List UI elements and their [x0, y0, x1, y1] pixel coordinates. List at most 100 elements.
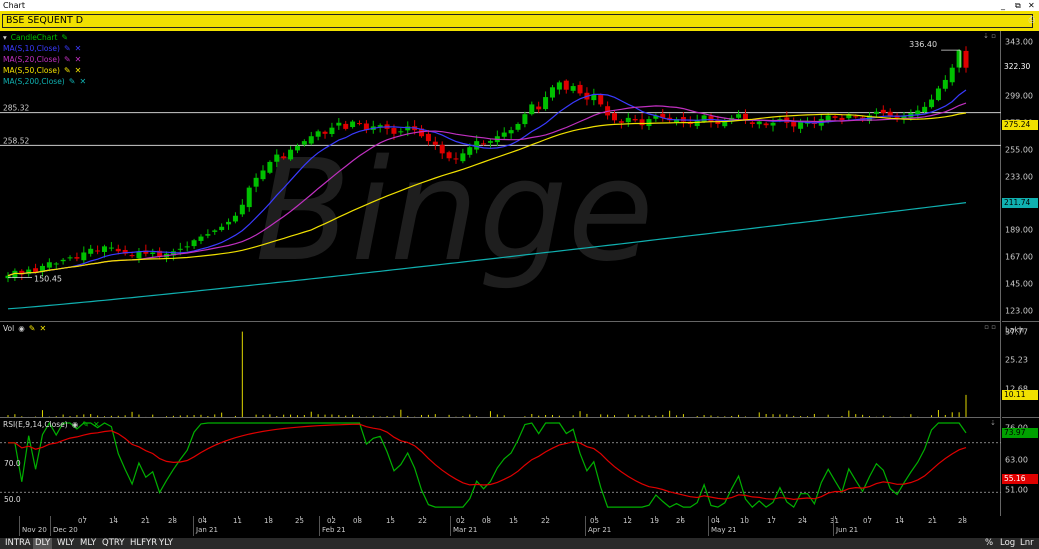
candle	[288, 149, 294, 160]
x-tick	[655, 516, 656, 519]
remove-icon[interactable]: ✕	[79, 76, 86, 87]
pencil-icon[interactable]: ✎	[61, 32, 68, 43]
x-tick	[628, 516, 629, 519]
candle	[267, 161, 273, 173]
x-tick	[203, 516, 204, 519]
candle	[115, 248, 121, 252]
pencil-icon[interactable]: ✎	[64, 65, 71, 76]
symbol-input[interactable]: BSE SEQUENT D	[2, 14, 1033, 28]
candle	[515, 123, 521, 130]
pencil-icon[interactable]: ✎	[82, 419, 89, 430]
x-tick	[963, 516, 964, 519]
timeframe-wly[interactable]: WLY	[55, 538, 76, 549]
x-axis: 07 14 21 28 04 11 18 25 02 08 15 22 02 08 15 22 05 12 19 26…	[0, 516, 1001, 538]
timeframe-yly[interactable]: YLY	[157, 538, 175, 549]
scale-log[interactable]: Log	[1000, 538, 1015, 549]
minimize-icon[interactable]: _	[1001, 0, 1005, 11]
volume-tick: 37.77	[1005, 327, 1028, 337]
candle	[915, 110, 921, 115]
candle	[226, 221, 232, 225]
timeframe-qtry[interactable]: QTRY	[100, 538, 126, 549]
candle	[205, 234, 211, 236]
pencil-icon[interactable]: ✎	[69, 76, 76, 87]
x-tick	[83, 516, 84, 519]
x-tick	[716, 516, 717, 519]
window-title: Chart	[3, 1, 25, 10]
x-tick	[745, 516, 746, 519]
rsi-line	[8, 421, 967, 509]
timeframe-intra[interactable]: INTRA	[3, 538, 32, 549]
remove-icon[interactable]: ✕	[93, 419, 100, 430]
remove-icon[interactable]: ✕	[75, 43, 82, 54]
scale-percent[interactable]: %	[985, 538, 993, 549]
candle	[391, 128, 397, 134]
rsi-signal-tag: 55.16	[1002, 474, 1038, 485]
remove-icon[interactable]: ✕	[75, 54, 82, 65]
candle	[756, 121, 762, 125]
candle	[67, 257, 73, 259]
candle	[639, 119, 645, 126]
pencil-icon[interactable]: ✎	[29, 323, 36, 334]
volume-tick: 25.23	[1005, 355, 1028, 365]
low-label: 150.45	[34, 275, 62, 284]
x-tick	[358, 516, 359, 519]
pane-controls[interactable]: ▫ ▫	[984, 323, 996, 331]
x-tick	[546, 516, 547, 519]
candle	[929, 99, 935, 108]
legend-ma200[interactable]: MA(S,200,Close) ✎ ✕	[3, 76, 86, 87]
month-divider	[585, 516, 586, 536]
price-pane[interactable]: Binge 285.32 258.52 336.40 150.45 ▾ CandleCha…	[0, 31, 1039, 321]
candle	[198, 236, 204, 241]
candle	[763, 123, 769, 126]
remove-icon[interactable]: ✕	[39, 323, 46, 334]
scale-linear[interactable]: Lnr	[1020, 538, 1034, 549]
timeframe-hlfyr[interactable]: HLFYR	[128, 538, 159, 549]
rsi-plot[interactable]: RSI(E,9,14,Close) ◉ ✎ ✕ 70.0 50.0 ⇣	[0, 417, 1001, 516]
candle	[935, 88, 941, 101]
close-icon[interactable]: ✕	[1028, 0, 1035, 11]
legend-ma50[interactable]: MA(S,50,Close) ✎ ✕	[3, 65, 86, 76]
candle	[95, 250, 101, 252]
timeframe-dly[interactable]: DLY	[33, 538, 53, 549]
x-tick	[900, 516, 901, 519]
volume-plot[interactable]: Vol ◉ ✎ ✕ ▫ ▫	[0, 321, 1001, 418]
candle	[474, 141, 480, 150]
price-tick: 233.00	[1005, 172, 1033, 182]
candle	[508, 130, 514, 134]
candle	[791, 121, 797, 127]
remove-icon[interactable]: ✕	[75, 65, 82, 76]
candle	[356, 123, 362, 125]
eye-icon[interactable]: ◉	[18, 323, 25, 334]
x-tick	[933, 516, 934, 519]
pane-controls[interactable]: ⇣	[990, 419, 996, 427]
x-tick	[461, 516, 462, 519]
candle	[481, 143, 487, 145]
rsi-tag: 73.97	[1002, 427, 1038, 438]
candle	[260, 170, 266, 180]
pencil-icon[interactable]: ✎	[64, 54, 71, 65]
legend-ma20[interactable]: MA(S,20,Close) ✎ ✕	[3, 54, 86, 65]
candle	[308, 136, 314, 144]
x-tick	[681, 516, 682, 519]
price-plot[interactable]: Binge 285.32 258.52 336.40 150.45 ▾ CandleCha…	[0, 31, 1001, 321]
lock-icon[interactable]: ⎙	[1029, 15, 1035, 25]
legend-ma10[interactable]: MA(S,10,Close) ✎ ✕	[3, 43, 86, 54]
restore-icon[interactable]: ⧉	[1015, 0, 1021, 11]
volume-pane[interactable]: Vol◉✎✕ ▫ ▫ Lakh 37.7725.2312.6810.11	[0, 321, 1039, 418]
candle	[343, 123, 349, 129]
pencil-icon[interactable]: ✎	[64, 43, 71, 54]
x-tick	[772, 516, 773, 519]
legend-candlechart[interactable]: ▾ CandleChart ✎	[3, 32, 86, 43]
x-month-label: May 21	[711, 526, 737, 534]
candle	[336, 122, 342, 126]
x-tick	[868, 516, 869, 519]
timeframe-mly[interactable]: MLY	[78, 538, 98, 549]
eye-icon[interactable]: ◉	[72, 419, 79, 430]
pane-controls[interactable]: ⇣ ▫	[983, 32, 996, 40]
month-divider	[193, 516, 194, 536]
candle	[301, 141, 307, 145]
x-tick	[391, 516, 392, 519]
rsi-pane[interactable]: RSI(E,9,14,Close)◉✎✕ 70.0 50.0 ⇣ 76.0063…	[0, 417, 1039, 516]
candle	[322, 131, 328, 134]
candle	[708, 116, 714, 122]
